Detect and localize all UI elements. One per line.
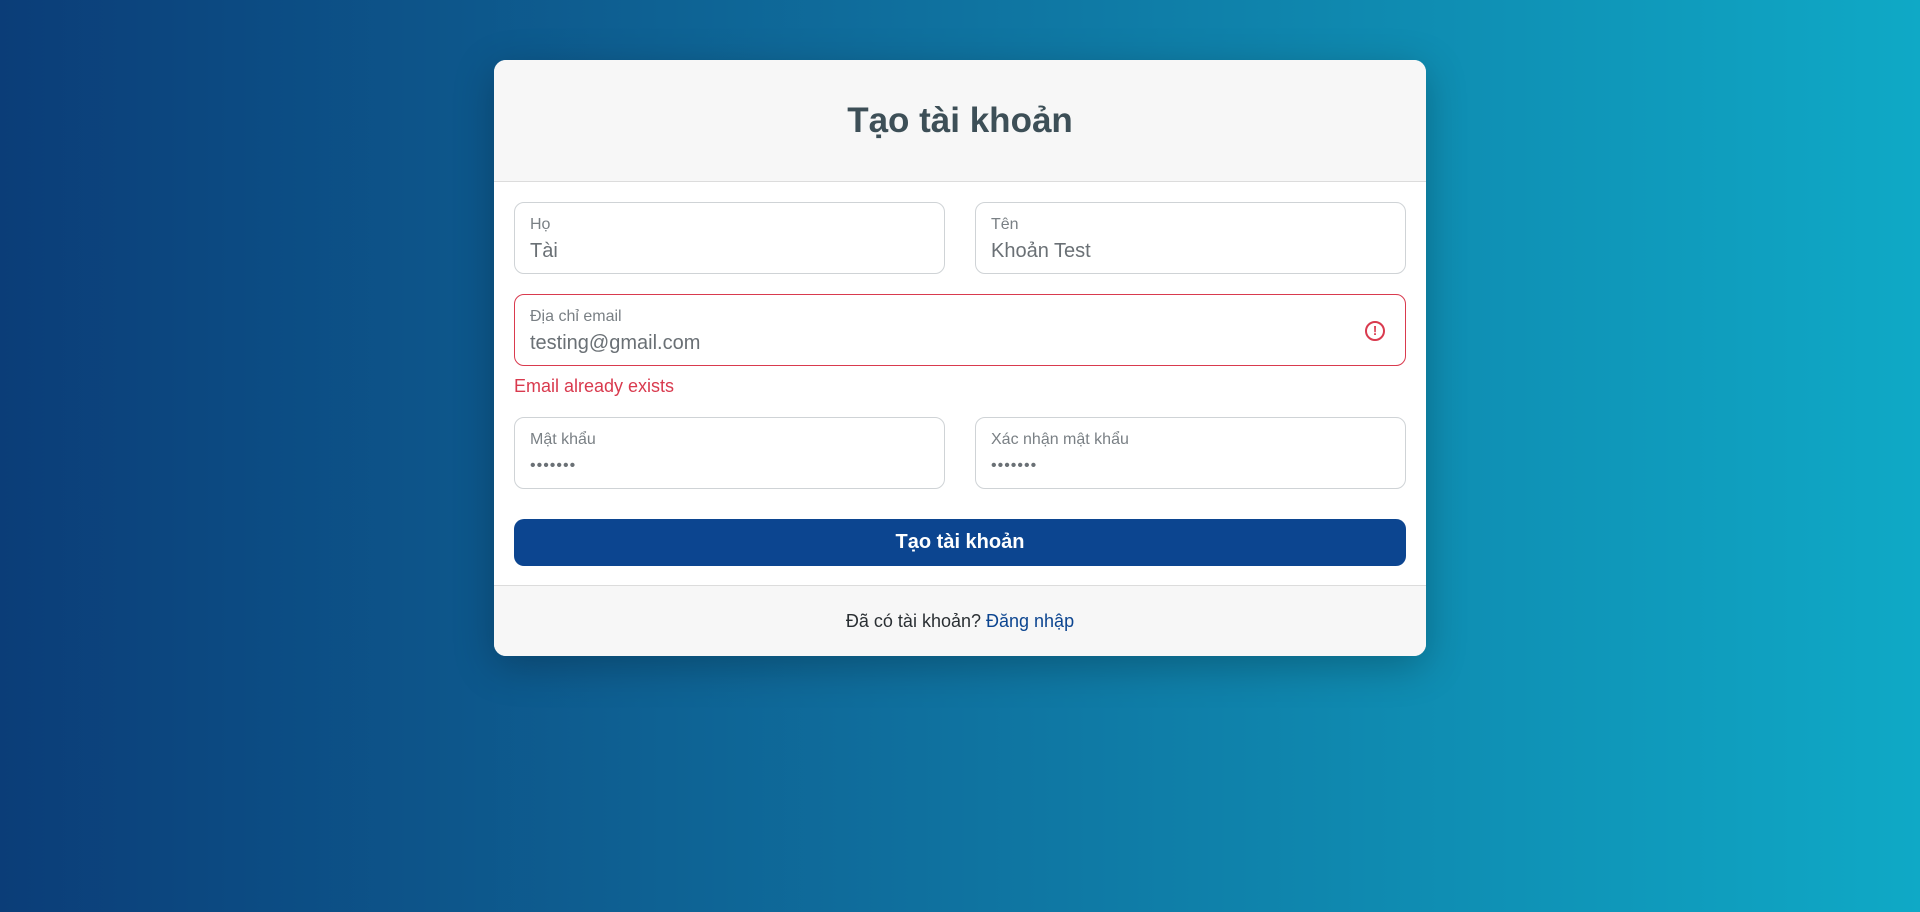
password-field[interactable]: Mật khẩu bbox=[514, 417, 945, 489]
last-name-field[interactable]: Họ bbox=[514, 202, 945, 274]
name-row: Họ Tên bbox=[514, 202, 1406, 274]
last-name-label: Họ bbox=[530, 216, 551, 233]
email-label: Địa chỉ email bbox=[530, 308, 622, 325]
confirm-password-input[interactable] bbox=[991, 453, 1390, 479]
last-name-input[interactable] bbox=[530, 238, 929, 264]
password-input[interactable] bbox=[530, 453, 929, 479]
password-label: Mật khẩu bbox=[530, 431, 596, 448]
password-row: Mật khẩu Xác nhận mật khẩu bbox=[514, 417, 1406, 489]
confirm-password-label: Xác nhận mật khẩu bbox=[991, 431, 1129, 448]
first-name-input[interactable] bbox=[991, 238, 1390, 264]
signup-card: Tạo tài khoản Họ Tên Địa chỉ email ! Ema… bbox=[494, 60, 1426, 656]
first-name-field[interactable]: Tên bbox=[975, 202, 1406, 274]
card-header: Tạo tài khoản bbox=[494, 60, 1426, 182]
create-account-button[interactable]: Tạo tài khoản bbox=[514, 519, 1406, 566]
confirm-password-field[interactable]: Xác nhận mật khẩu bbox=[975, 417, 1406, 489]
signup-form: Họ Tên Địa chỉ email ! Email already exi… bbox=[494, 182, 1426, 585]
email-field[interactable]: Địa chỉ email ! bbox=[514, 294, 1406, 366]
email-group: Địa chỉ email ! Email already exists bbox=[514, 294, 1406, 397]
page-title: Tạo tài khoản bbox=[847, 100, 1073, 140]
email-input[interactable] bbox=[530, 330, 1390, 356]
login-prompt: Đã có tài khoản? bbox=[845, 610, 981, 631]
alert-circle-icon: ! bbox=[1365, 321, 1385, 341]
login-link[interactable]: Đăng nhập bbox=[986, 611, 1074, 632]
email-error-message: Email already exists bbox=[514, 376, 675, 396]
card-footer: Đã có tài khoản? Đăng nhập bbox=[494, 585, 1426, 656]
first-name-label: Tên bbox=[991, 216, 1019, 233]
